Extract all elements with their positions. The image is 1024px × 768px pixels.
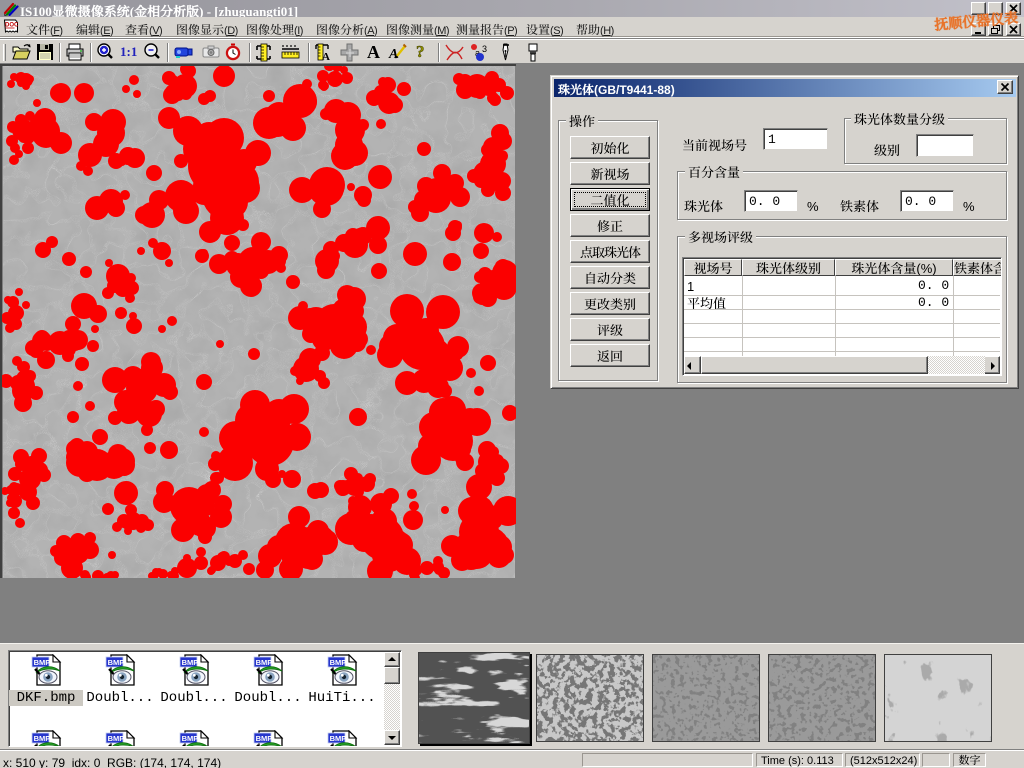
svg-text:1:1: 1:1 [120,44,137,59]
svg-text:A: A [367,42,380,62]
svg-text:?: ? [416,42,425,61]
svg-text:3: 3 [482,44,487,54]
svg-text:A: A [322,51,330,63]
